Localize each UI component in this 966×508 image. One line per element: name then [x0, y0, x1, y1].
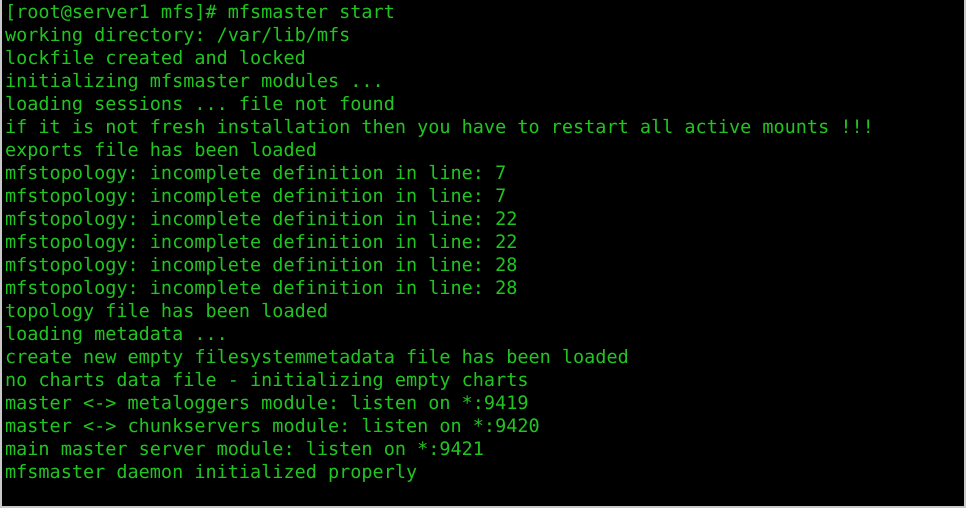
terminal-line: mfstopology: incomplete definition in li…: [5, 209, 518, 230]
terminal-line: exports file has been loaded: [5, 140, 317, 161]
terminal-line: mfsmaster daemon initialized properly: [5, 462, 418, 483]
terminal-line: loading metadata ...: [5, 324, 228, 345]
terminal-output-area[interactable]: [root@server1 mfs]# mfsmaster start work…: [2, 0, 964, 506]
terminal-line: mfstopology: incomplete definition in li…: [5, 255, 518, 276]
terminal-line: mfstopology: incomplete definition in li…: [5, 186, 507, 207]
terminal-line: if it is not fresh installation then you…: [5, 117, 874, 138]
terminal-prompt-line[interactable]: [root@server1 mfs]#: [5, 484, 964, 506]
terminal-line: create new empty filesystemmetadata file…: [5, 347, 629, 368]
terminal-line: [root@server1 mfs]# mfsmaster start: [5, 2, 395, 23]
terminal-line: mfstopology: incomplete definition in li…: [5, 278, 518, 299]
terminal-line: topology file has been loaded: [5, 301, 329, 322]
terminal-line: mfstopology: incomplete definition in li…: [5, 163, 507, 184]
terminal-line: working directory: /var/lib/mfs: [5, 25, 351, 46]
terminal-window[interactable]: [root@server1 mfs]# mfsmaster start work…: [0, 0, 966, 508]
terminal-line: master <-> metaloggers module: listen on…: [5, 393, 529, 414]
terminal-line: lockfile created and locked: [5, 48, 306, 69]
terminal-line: mfstopology: incomplete definition in li…: [5, 232, 518, 253]
terminal-line: loading sessions ... file not found: [5, 94, 395, 115]
terminal-line: master <-> chunkservers module: listen o…: [5, 416, 540, 437]
terminal-line: initializing mfsmaster modules ...: [5, 71, 384, 92]
terminal-line: no charts data file - initializing empty…: [5, 370, 529, 391]
terminal-line: main master server module: listen on *:9…: [5, 439, 484, 460]
